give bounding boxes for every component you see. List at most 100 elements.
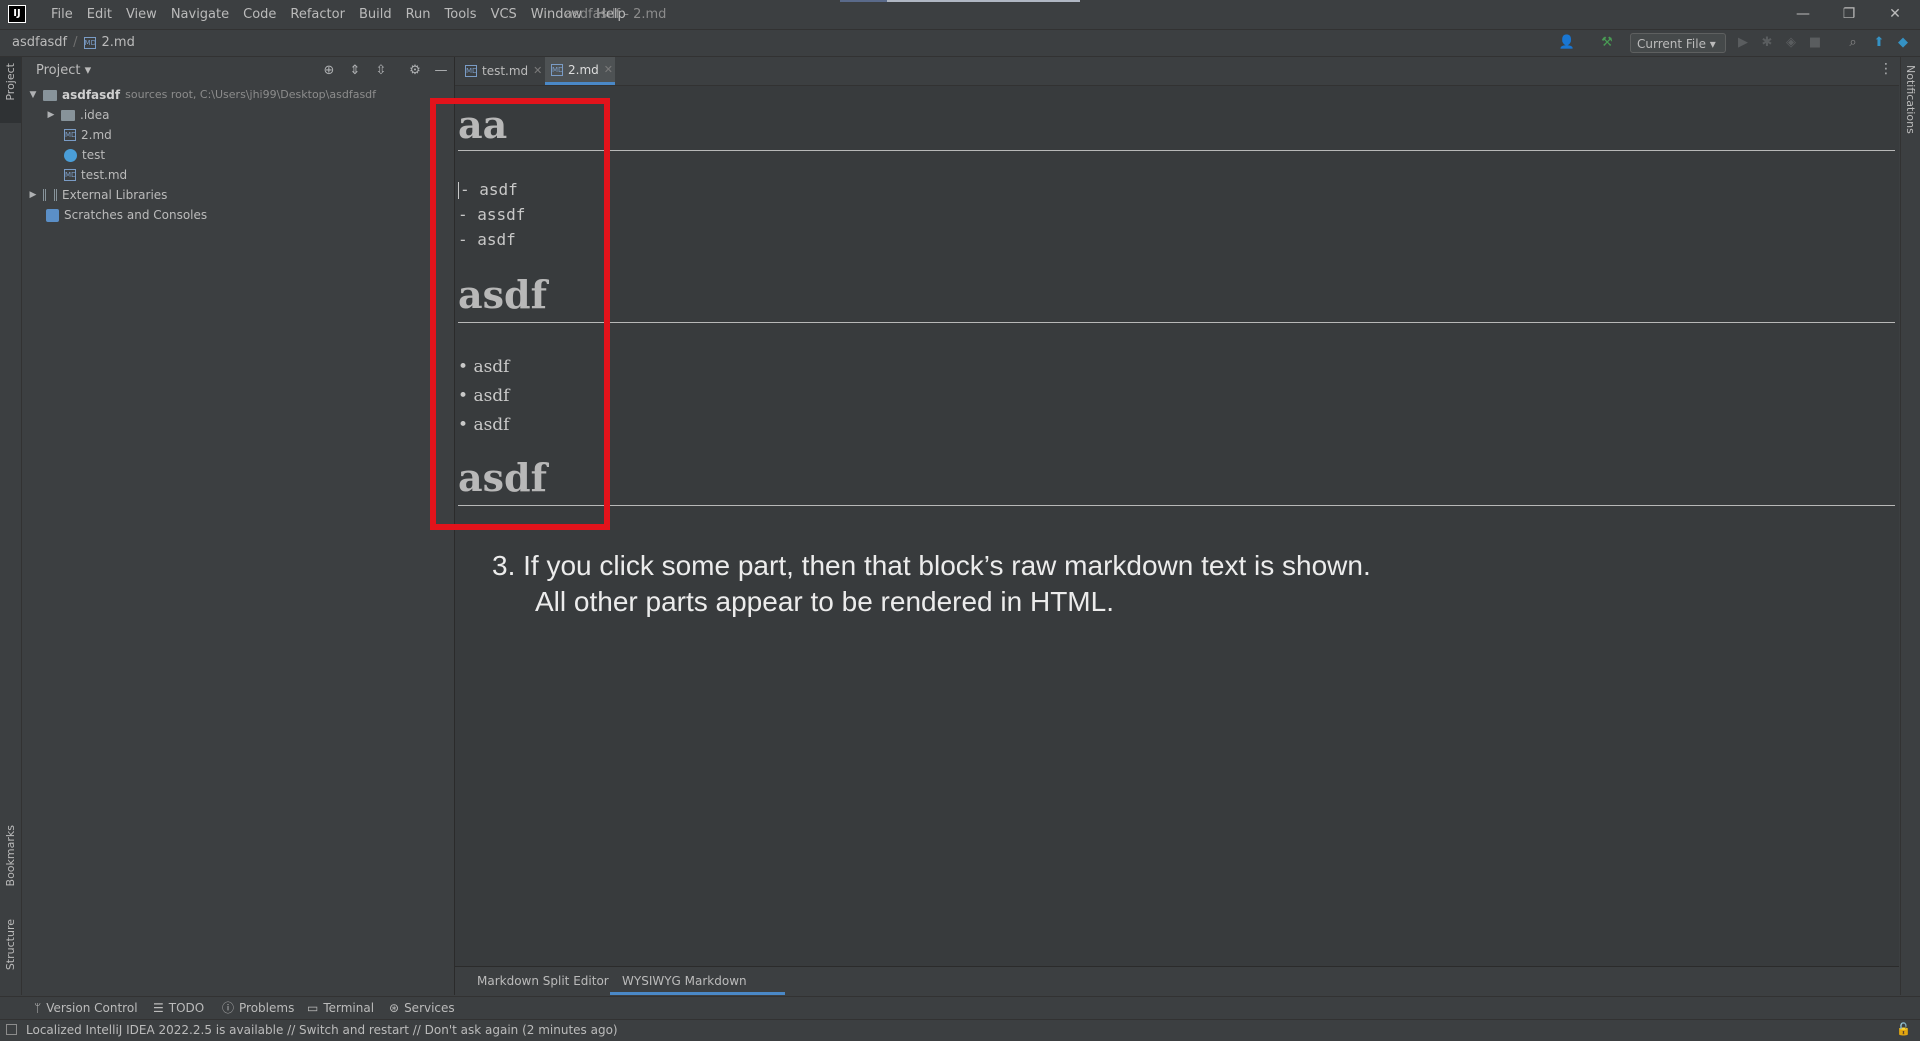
status-message[interactable]: Localized IntelliJ IDEA 2022.2.5 is avai… (26, 1020, 618, 1041)
notifications-tool-label[interactable]: Notifications (1904, 65, 1917, 134)
breadcrumb-project[interactable]: asdfasdf (12, 30, 67, 56)
toggle-tool-windows-icon[interactable] (6, 1024, 17, 1035)
todo-tool[interactable]: ☰ TODO (153, 997, 204, 1019)
debug-icon[interactable]: ✱ (1758, 34, 1776, 52)
restore-button[interactable]: ❐ (1826, 0, 1872, 29)
more-options-icon[interactable]: ⋮ (1879, 61, 1893, 77)
module-folder-icon (43, 89, 57, 101)
tab-label: 2.md (568, 62, 599, 77)
tree-item-testmd[interactable]: MD test.md (64, 165, 127, 185)
menu-edit[interactable]: Edit (80, 0, 119, 29)
menu-vcs[interactable]: VCS (484, 0, 524, 29)
search-icon[interactable]: ⌕ (1844, 34, 1862, 52)
menu-build[interactable]: Build (352, 0, 399, 29)
stop-icon[interactable]: ■ (1806, 34, 1824, 52)
heading-rule (458, 150, 1895, 151)
terminal-icon: ▭ (307, 1001, 319, 1015)
tree-item-label: 2.md (81, 128, 112, 142)
hide-panel-icon[interactable]: — (432, 62, 450, 80)
tree-item-project-root[interactable]: ▼ asdfasdf sources root, C:\Users\jhi99\… (28, 85, 377, 105)
coverage-icon[interactable]: ◈ (1782, 34, 1800, 52)
breadcrumb: asdfasdf / MD 2.md (12, 30, 135, 56)
status-bar: Localized IntelliJ IDEA 2022.2.5 is avai… (0, 1019, 1920, 1041)
run-icon[interactable]: ▶ (1734, 34, 1752, 52)
window-accent-bar-light (887, 0, 1080, 2)
menu-refactor[interactable]: Refactor (283, 0, 352, 29)
bookmarks-tool-label[interactable]: Bookmarks (4, 825, 17, 886)
version-control-tool[interactable]: ᛘ Version Control (34, 997, 138, 1019)
scratches-icon (46, 208, 59, 222)
list-icon: ☰ (153, 1001, 164, 1015)
project-tool-label[interactable]: Project (4, 63, 17, 101)
tree-item-label: External Libraries (62, 188, 168, 202)
project-view-selector[interactable]: Project ▾ (36, 57, 91, 85)
tree-item-label: Scratches and Consoles (64, 208, 208, 222)
locate-file-icon[interactable]: ⊕ (320, 62, 338, 80)
gear-icon[interactable]: ⚙ (406, 62, 424, 80)
project-panel-header: Project ▾ ⊕ ⇕ ⇳ ⚙ — (22, 57, 454, 85)
tab-label: test.md (482, 64, 529, 78)
menu-tools[interactable]: Tools (438, 0, 484, 29)
folder-icon (61, 109, 75, 121)
tree-item-label: test (82, 148, 106, 162)
menu-navigate[interactable]: Navigate (164, 0, 236, 29)
services-tool[interactable]: ⊛ Services (389, 997, 455, 1019)
collapse-all-icon[interactable]: ⇳ (372, 62, 390, 80)
tool-window-bar: ᛘ Version Control ☰ TODO ⓘ Problems ▭ Termin… (0, 996, 1920, 1019)
wysiwyg-markdown-content[interactable]: aa - asdf - assdf - asdf asdf • asdf • a… (455, 86, 1899, 966)
library-icon (43, 189, 57, 201)
minimize-button[interactable]: — (1780, 0, 1826, 29)
run-configuration-select[interactable]: Current File ▾ (1630, 33, 1726, 53)
tree-item-idea[interactable]: ▶ .idea (46, 105, 110, 125)
tree-item-scratches[interactable]: Scratches and Consoles (46, 205, 207, 225)
tree-item-label: test.md (81, 168, 128, 182)
breadcrumb-separator: / (73, 35, 78, 50)
menu-view[interactable]: View (119, 0, 164, 29)
markdown-file-icon: MD (83, 37, 96, 49)
editor-tab-bar: MD test.md ✕ MD 2.md ✕ ⋮ (455, 57, 1899, 86)
build-hammer-icon[interactable]: ⚒ (1598, 34, 1616, 52)
close-window-button[interactable]: ✕ (1872, 0, 1918, 29)
title-bar: IJ File Edit View Navigate Code Refactor… (0, 0, 1920, 30)
editor-mode-tabs: Markdown Split Editor WYSIWYG Markdown E… (455, 967, 1899, 1016)
markdown-file-icon: MD (465, 65, 478, 77)
collapsed-arrow-icon[interactable]: ▶ (46, 105, 56, 125)
tree-item-test[interactable]: test (64, 145, 105, 165)
markdown-file-icon: MD (64, 169, 77, 181)
branch-icon: ᛘ (34, 1001, 42, 1015)
menu-run[interactable]: Run (399, 0, 438, 29)
problems-tool[interactable]: ⓘ Problems (222, 997, 294, 1019)
tree-item-2md[interactable]: MD 2.md (64, 125, 112, 145)
markdown-file-icon: MD (64, 129, 77, 141)
tree-item-hint: sources root, C:\Users\jhi99\Desktop\asd… (125, 88, 377, 101)
terminal-tool[interactable]: ▭ Terminal (307, 997, 374, 1019)
update-icon[interactable]: ⬆ (1870, 34, 1888, 52)
tree-item-label: asdfasdf (62, 88, 121, 102)
tab-markdown-split-editor[interactable]: Markdown Split Editor (465, 967, 621, 995)
tab-wysiwyg-markdown-editor[interactable]: WYSIWYG Markdown Editor (610, 967, 785, 1016)
heading-rule (458, 322, 1895, 323)
annotation-line-1: 3. If you click some part, then that blo… (492, 550, 1371, 581)
collapsed-arrow-icon[interactable]: ▶ (28, 185, 38, 205)
right-tool-stripe: Notifications (1900, 57, 1920, 995)
left-tool-stripe: Project Bookmarks Structure (0, 57, 22, 995)
editor-area: MD test.md ✕ MD 2.md ✕ ⋮ aa - asdf - ass… (455, 57, 1899, 1016)
menu-code[interactable]: Code (236, 0, 283, 29)
tab-2-md[interactable]: MD 2.md ✕ (545, 57, 615, 85)
close-tab-icon[interactable]: ✕ (604, 56, 613, 84)
expand-all-icon[interactable]: ⇕ (346, 62, 364, 80)
structure-tool-label[interactable]: Structure (4, 919, 17, 970)
close-tab-icon[interactable]: ✕ (533, 57, 542, 85)
expanded-arrow-icon[interactable]: ▼ (28, 85, 38, 105)
breadcrumb-file[interactable]: 2.md (102, 30, 135, 56)
annotation-line-2: All other parts appear to be rendered in… (535, 586, 1114, 617)
tab-test-md[interactable]: MD test.md ✕ (459, 57, 542, 85)
window-title: asdfasdf - 2.md (565, 7, 667, 22)
tree-item-label: .idea (80, 108, 110, 122)
tree-item-external-libraries[interactable]: ▶ External Libraries (28, 185, 168, 205)
jetbrains-toolbox-icon[interactable]: ◆ (1894, 34, 1912, 52)
menu-file[interactable]: File (44, 0, 80, 29)
lock-icon[interactable]: 🔓 (1896, 1022, 1911, 1036)
account-icon[interactable]: 👤 (1558, 34, 1576, 52)
intellij-logo-icon[interactable]: IJ (8, 5, 26, 23)
